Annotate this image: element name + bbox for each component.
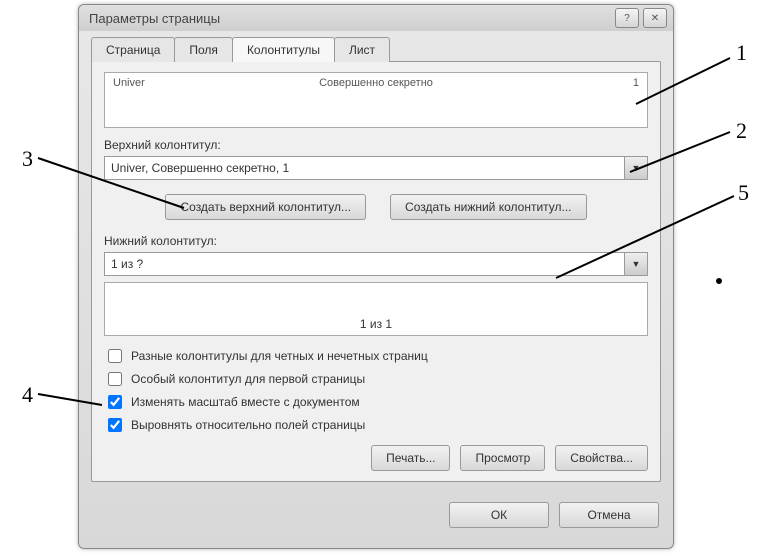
lower-header-combo[interactable]: 1 из ? ▼ [104,252,648,276]
check-first-page-label: Особый колонтитул для первой страницы [131,372,365,386]
properties-button[interactable]: Свойства... [555,445,648,471]
create-lower-button[interactable]: Создать нижний колонтитул... [390,194,586,220]
header-preview-right: 1 [633,77,639,89]
tab-fields[interactable]: Поля [174,37,233,62]
dialog-title: Параметры страницы [85,11,615,26]
header-preview-left: Univer [113,77,145,89]
check-scale-label: Изменять масштаб вместе с документом [131,395,360,409]
titlebar: Параметры страницы ? ✕ [79,5,673,31]
upper-header-value: Univer, Совершенно секретно, 1 [104,156,624,180]
annotation-3: 3 [22,146,33,172]
annotation-5: 5 [738,180,749,206]
options-checkboxes: Разные колонтитулы для четных и нечетных… [104,346,648,435]
panel-buttons-row: Печать... Просмотр Свойства... [104,445,648,471]
check-align[interactable] [108,418,122,432]
cancel-button[interactable]: Отмена [559,502,659,528]
upper-header-combo[interactable]: Univer, Совершенно секретно, 1 ▼ [104,156,648,180]
help-button[interactable]: ? [615,8,639,28]
tab-headers[interactable]: Колонтитулы [232,37,335,62]
dialog-buttons-row: ОК Отмена [79,492,673,538]
page-setup-dialog: Параметры страницы ? ✕ Страница Поля Кол… [78,4,674,549]
preview-button[interactable]: Просмотр [460,445,545,471]
close-button[interactable]: ✕ [643,8,667,28]
check-odd-even[interactable] [108,349,122,363]
tab-sheet[interactable]: Лист [334,37,390,62]
titlebar-buttons: ? ✕ [615,8,667,28]
tab-strip: Страница Поля Колонтитулы Лист [91,37,661,62]
ok-button[interactable]: ОК [449,502,549,528]
lower-header-value: 1 из ? [104,252,624,276]
footer-preview-center: 1 из 1 [360,317,392,331]
print-button[interactable]: Печать... [371,445,450,471]
footer-preview: 1 из 1 [104,282,648,336]
check-scale[interactable] [108,395,122,409]
create-buttons-row: Создать верхний колонтитул... Создать ни… [104,194,648,220]
check-align-label: Выровнять относительно полей страницы [131,418,365,432]
header-preview: Univer Совершенно секретно 1 [104,72,648,128]
annotation-2: 2 [736,118,747,144]
header-preview-center: Совершенно секретно [319,77,433,89]
check-first-page[interactable] [108,372,122,386]
dialog-body: Страница Поля Колонтитулы Лист Univer Со… [79,31,673,492]
create-upper-button[interactable]: Создать верхний колонтитул... [165,194,366,220]
chevron-down-icon[interactable]: ▼ [624,252,648,276]
tab-page[interactable]: Страница [91,37,175,62]
chevron-down-icon[interactable]: ▼ [624,156,648,180]
annotation-4: 4 [22,382,33,408]
lower-header-label: Нижний колонтитул: [104,234,648,248]
check-odd-even-label: Разные колонтитулы для четных и нечетных… [131,349,428,363]
annotation-1: 1 [736,40,747,66]
upper-header-label: Верхний колонтитул: [104,138,648,152]
dot-marker [716,278,722,284]
headers-panel: Univer Совершенно секретно 1 Верхний кол… [91,61,661,482]
